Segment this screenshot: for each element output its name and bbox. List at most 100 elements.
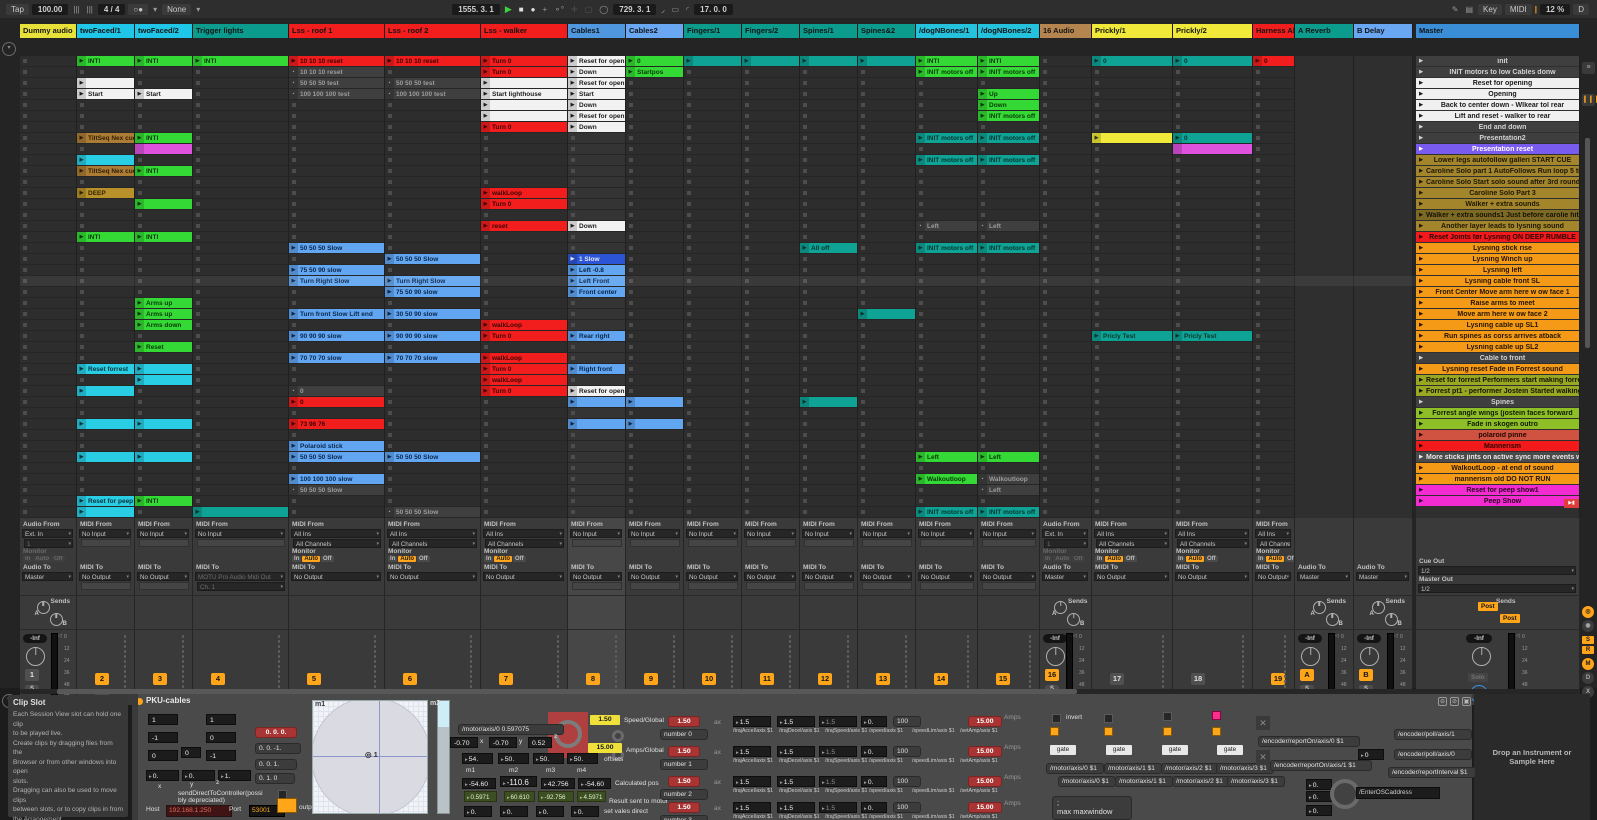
- output-type-dropdown[interactable]: No Output: [628, 572, 680, 581]
- device-unfold-icon[interactable]: ⊖: [1438, 697, 1447, 706]
- scene[interactable]: ▶WalkoutLoop - at end of sound: [1416, 463, 1579, 473]
- monitor-off-button[interactable]: Off: [513, 556, 526, 562]
- scene-launch-icon[interactable]: ▶: [1416, 476, 1426, 482]
- scene[interactable]: ▶Reset for opening: [1416, 78, 1579, 88]
- clip-launch-icon[interactable]: ▶: [1173, 133, 1182, 143]
- scene[interactable]: ▶Reset for peep show1: [1416, 485, 1579, 495]
- clip-launch-icon[interactable]: ▶: [800, 56, 809, 66]
- device-box[interactable]: 0.: [861, 746, 887, 757]
- clip[interactable]: ▶INTI: [135, 166, 192, 176]
- scene[interactable]: ▶Caroline Solo Part 3: [1416, 188, 1579, 198]
- input-type-dropdown[interactable]: No Input: [802, 529, 854, 538]
- clip[interactable]: ▶: [135, 375, 192, 385]
- clip[interactable]: ▶INTI: [135, 133, 192, 143]
- device-box[interactable]: -54.60: [462, 778, 496, 789]
- clip-launch-icon[interactable]: ▶: [916, 474, 925, 484]
- clip-launch-icon[interactable]: ▶: [77, 56, 86, 66]
- clip[interactable]: ▶Reset for open: [568, 56, 625, 66]
- clip-launch-icon[interactable]: ▶: [568, 287, 577, 297]
- monitor-off-button[interactable]: Off: [321, 556, 334, 562]
- clip[interactable]: ▪50 50 50 Slow: [289, 485, 384, 495]
- clear-button[interactable]: ✕: [1256, 716, 1270, 730]
- track-header-lss-roof-1[interactable]: Lss - roof 1: [289, 24, 385, 38]
- device-box[interactable]: 0.: [571, 806, 599, 817]
- input-channel-dropdown[interactable]: All Channels: [1096, 539, 1169, 548]
- punch-in-icon[interactable]: ◞: [659, 5, 666, 14]
- clip[interactable]: ▶INTI: [135, 144, 192, 154]
- clip-launch-icon[interactable]: ▶: [77, 78, 86, 88]
- midi-map-button[interactable]: MIDI: [1505, 4, 1532, 15]
- scene-launch-icon[interactable]: ▶: [1416, 223, 1426, 229]
- clip[interactable]: ▶: [626, 397, 683, 407]
- clip[interactable]: ▶Polaroid stick: [289, 441, 384, 451]
- clip-launch-icon[interactable]: ▶: [481, 375, 490, 385]
- device-box[interactable]: number 1: [660, 759, 708, 770]
- clip[interactable]: ▪100 100 100 test: [289, 89, 384, 99]
- scene-launch-icon[interactable]: ▶: [1416, 157, 1426, 163]
- clip-launch-icon[interactable]: ▶: [135, 232, 144, 242]
- dial-knob[interactable]: [612, 730, 624, 742]
- device-box[interactable]: 0.: [861, 802, 887, 813]
- track-number-badge[interactable]: 16: [1045, 669, 1059, 681]
- device-activator-icon[interactable]: [136, 698, 143, 705]
- clip[interactable]: ▶Reset for open: [568, 111, 625, 121]
- clip[interactable]: ▶Down: [978, 100, 1039, 110]
- clip[interactable]: ▶Left Front: [568, 276, 625, 286]
- device-hotswap-icon[interactable]: ⊘: [1450, 697, 1459, 706]
- scene-launch-icon[interactable]: ▶: [1416, 465, 1426, 471]
- scene-launch-icon[interactable]: ▶: [1416, 454, 1426, 460]
- clip[interactable]: ▶Reset for open: [568, 386, 625, 396]
- track-header--dognbones-2[interactable]: /dogNBones/2: [978, 24, 1040, 38]
- scene[interactable]: ▶Presentation2: [1416, 133, 1579, 143]
- clip-launch-icon[interactable]: ▶: [385, 353, 394, 363]
- scene-launch-icon[interactable]: ▶: [1416, 388, 1426, 394]
- scene-launch-icon[interactable]: ▶: [1416, 421, 1426, 427]
- device-box[interactable]: 0.: [1306, 779, 1332, 790]
- clip-launch-icon[interactable]: ▶: [978, 56, 987, 66]
- input-channel-dropdown[interactable]: 1: [24, 539, 73, 548]
- clip-launch-icon[interactable]: ▶: [385, 287, 394, 297]
- clip-launch-icon[interactable]: ▶: [77, 386, 86, 396]
- clip[interactable]: ▶INIT motors off: [916, 67, 977, 77]
- monitor-auto-button[interactable]: Auto: [1186, 556, 1204, 562]
- monitor-auto-button[interactable]: Auto: [398, 556, 416, 562]
- input-type-dropdown[interactable]: No Input: [570, 529, 622, 538]
- track-header-fingers-1[interactable]: Fingers/1: [684, 24, 742, 38]
- device-box[interactable]: 54.: [462, 753, 493, 764]
- track-volume-field[interactable]: -Inf: [1298, 634, 1322, 643]
- device-box[interactable]: 60.610: [504, 791, 535, 802]
- clip[interactable]: ▪50 50 50 Slow: [385, 507, 480, 517]
- output-type-dropdown[interactable]: No Output: [860, 572, 912, 581]
- input-type-dropdown[interactable]: All Ins: [1094, 529, 1169, 538]
- m2-slider[interactable]: [437, 700, 450, 814]
- clip[interactable]: ▶INIT motors off: [916, 507, 977, 517]
- cue-post-a[interactable]: Post: [1478, 602, 1498, 611]
- device-box[interactable]: 1.5: [777, 716, 815, 727]
- scene-launch-icon[interactable]: ▶: [1416, 355, 1426, 361]
- device-box[interactable]: 0.: [1306, 805, 1332, 816]
- track-header-spines-2[interactable]: Spines&2: [858, 24, 916, 38]
- scene[interactable]: ▶Caroline Solo part 1 AutoFollows Run lo…: [1416, 166, 1579, 176]
- device-box[interactable]: 1.5: [819, 776, 857, 787]
- clip[interactable]: ▶: [135, 419, 192, 429]
- scene[interactable]: ▶Forrest pt1 - performer Jostein Started…: [1416, 386, 1579, 396]
- device-box[interactable]: 0.: [536, 806, 564, 817]
- clip-launch-icon[interactable]: ▶: [568, 276, 577, 286]
- clip-launch-icon[interactable]: ▶: [568, 265, 577, 275]
- overdub-icon[interactable]: +: [540, 5, 549, 14]
- scene[interactable]: ▶Fade in skogen outro: [1416, 419, 1579, 429]
- device-box[interactable]: 0.: [861, 776, 887, 787]
- clip-launch-icon[interactable]: ▶: [978, 133, 987, 143]
- output-type-dropdown[interactable]: No Output: [387, 572, 477, 581]
- input-type-dropdown[interactable]: All Ins: [483, 529, 564, 538]
- clip[interactable]: ▶Reset: [135, 342, 192, 352]
- track-number-badge[interactable]: 2: [95, 673, 109, 685]
- input-channel-dropdown[interactable]: All Channels: [293, 539, 381, 548]
- scene[interactable]: ▶Lift and reset - walker to rear: [1416, 111, 1579, 121]
- punch-out-icon[interactable]: ◜: [684, 5, 691, 14]
- device-box[interactable]: 15.00: [968, 776, 1002, 787]
- clip[interactable]: ▶0: [1173, 144, 1252, 154]
- master-pan-knob[interactable]: [1472, 647, 1491, 666]
- clip-launch-icon[interactable]: ▶: [858, 56, 867, 66]
- input-channel-dropdown[interactable]: All Channels: [485, 539, 564, 548]
